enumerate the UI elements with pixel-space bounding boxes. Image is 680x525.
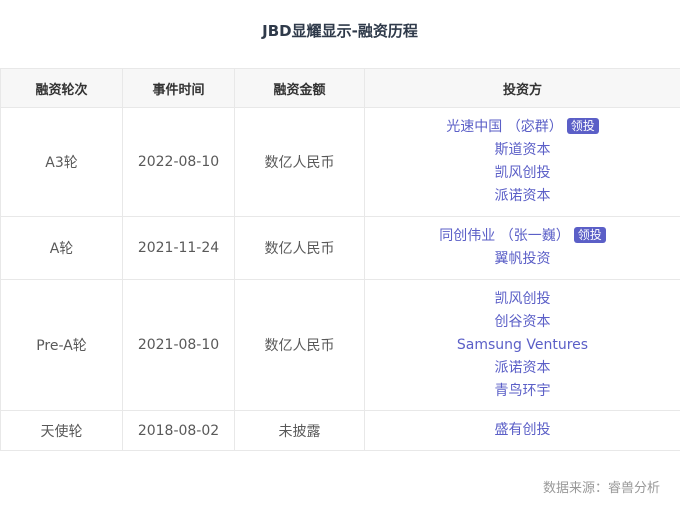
investor-link[interactable]: 凯风创投 bbox=[495, 291, 551, 307]
investor-item[interactable]: 光速中国 （宓群） 领投 bbox=[365, 116, 680, 139]
column-header-date: 事件时间 bbox=[122, 68, 235, 108]
investor-item[interactable]: 创谷资本 bbox=[365, 311, 680, 334]
table-header-row: 融资轮次 事件时间 融资金额 投资方 bbox=[0, 68, 680, 108]
table-row: 天使轮 2018-08-02 未披露 盛有创投 bbox=[0, 410, 680, 451]
investors-cell: 光速中国 （宓群） 领投 斯道资本 凯风创投 派诺资本 bbox=[364, 107, 680, 217]
investor-item[interactable]: 凯风创投 bbox=[365, 288, 680, 311]
page-title: JBD显耀显示-融资历程 bbox=[262, 22, 418, 40]
date-cell: 2021-11-24 bbox=[122, 216, 235, 280]
investor-link[interactable]: 翼帆投资 bbox=[495, 251, 551, 267]
round-cell: Pre-A轮 bbox=[0, 279, 123, 411]
investor-item[interactable]: 青鸟环宇 bbox=[365, 380, 680, 403]
date-cell: 2022-08-10 bbox=[122, 107, 235, 217]
investors-cell: 凯风创投 创谷资本 Samsung Ventures 派诺资本 青鸟环宇 bbox=[364, 279, 680, 411]
investor-item[interactable]: 凯风创投 bbox=[365, 162, 680, 185]
column-header-investors: 投资方 bbox=[364, 68, 680, 108]
date-cell: 2021-08-10 bbox=[122, 279, 235, 411]
table-row: A轮 2021-11-24 数亿人民币 同创伟业 （张一巍） 领投 翼帆投资 bbox=[0, 216, 680, 280]
lead-investor-badge: 领投 bbox=[566, 118, 599, 134]
date-cell: 2018-08-02 bbox=[122, 410, 235, 451]
round-cell: A轮 bbox=[0, 216, 123, 280]
investor-link[interactable]: 盛有创投 bbox=[495, 422, 551, 438]
investor-item[interactable]: Samsung Ventures bbox=[365, 334, 680, 357]
investor-item[interactable]: 同创伟业 （张一巍） 领投 bbox=[365, 225, 680, 248]
lead-investor-badge: 领投 bbox=[573, 227, 606, 243]
investor-item[interactable]: 斯道资本 bbox=[365, 139, 680, 162]
investors-cell: 盛有创投 bbox=[364, 410, 680, 451]
investor-link[interactable]: Samsung Ventures bbox=[457, 337, 588, 353]
investor-item[interactable]: 盛有创投 bbox=[365, 419, 680, 442]
table-row: A3轮 2022-08-10 数亿人民币 光速中国 （宓群） 领投 斯道资本 凯风… bbox=[0, 107, 680, 217]
investor-item[interactable]: 派诺资本 bbox=[365, 185, 680, 208]
investor-link[interactable]: 斯道资本 bbox=[495, 142, 551, 158]
investor-link[interactable]: 派诺资本 bbox=[495, 360, 551, 376]
investors-cell: 同创伟业 （张一巍） 领投 翼帆投资 bbox=[364, 216, 680, 280]
investor-link[interactable]: 创谷资本 bbox=[495, 314, 551, 330]
investor-item[interactable]: 翼帆投资 bbox=[365, 248, 680, 271]
data-source-note: 数据来源：睿兽分析 bbox=[542, 481, 660, 496]
funding-table: 融资轮次 事件时间 融资金额 投资方 A3轮 2022-08-10 数亿人民币 … bbox=[0, 68, 680, 451]
investor-link[interactable]: 派诺资本 bbox=[495, 188, 551, 204]
amount-cell: 数亿人民币 bbox=[234, 107, 365, 217]
table-row: Pre-A轮 2021-08-10 数亿人民币 凯风创投 创谷资本 Samsun… bbox=[0, 279, 680, 411]
investor-link[interactable]: 凯风创投 bbox=[495, 165, 551, 181]
investor-link[interactable]: 光速中国 （宓群） bbox=[446, 119, 562, 135]
investor-link[interactable]: 同创伟业 （张一巍） bbox=[439, 228, 569, 244]
round-cell: 天使轮 bbox=[0, 410, 123, 451]
investor-link[interactable]: 青鸟环宇 bbox=[495, 383, 551, 399]
amount-cell: 数亿人民币 bbox=[234, 279, 365, 411]
round-cell: A3轮 bbox=[0, 107, 123, 217]
column-header-amount: 融资金额 bbox=[234, 68, 365, 108]
investor-item[interactable]: 派诺资本 bbox=[365, 357, 680, 380]
column-header-round: 融资轮次 bbox=[0, 68, 123, 108]
amount-cell: 数亿人民币 bbox=[234, 216, 365, 280]
amount-cell: 未披露 bbox=[234, 410, 365, 451]
